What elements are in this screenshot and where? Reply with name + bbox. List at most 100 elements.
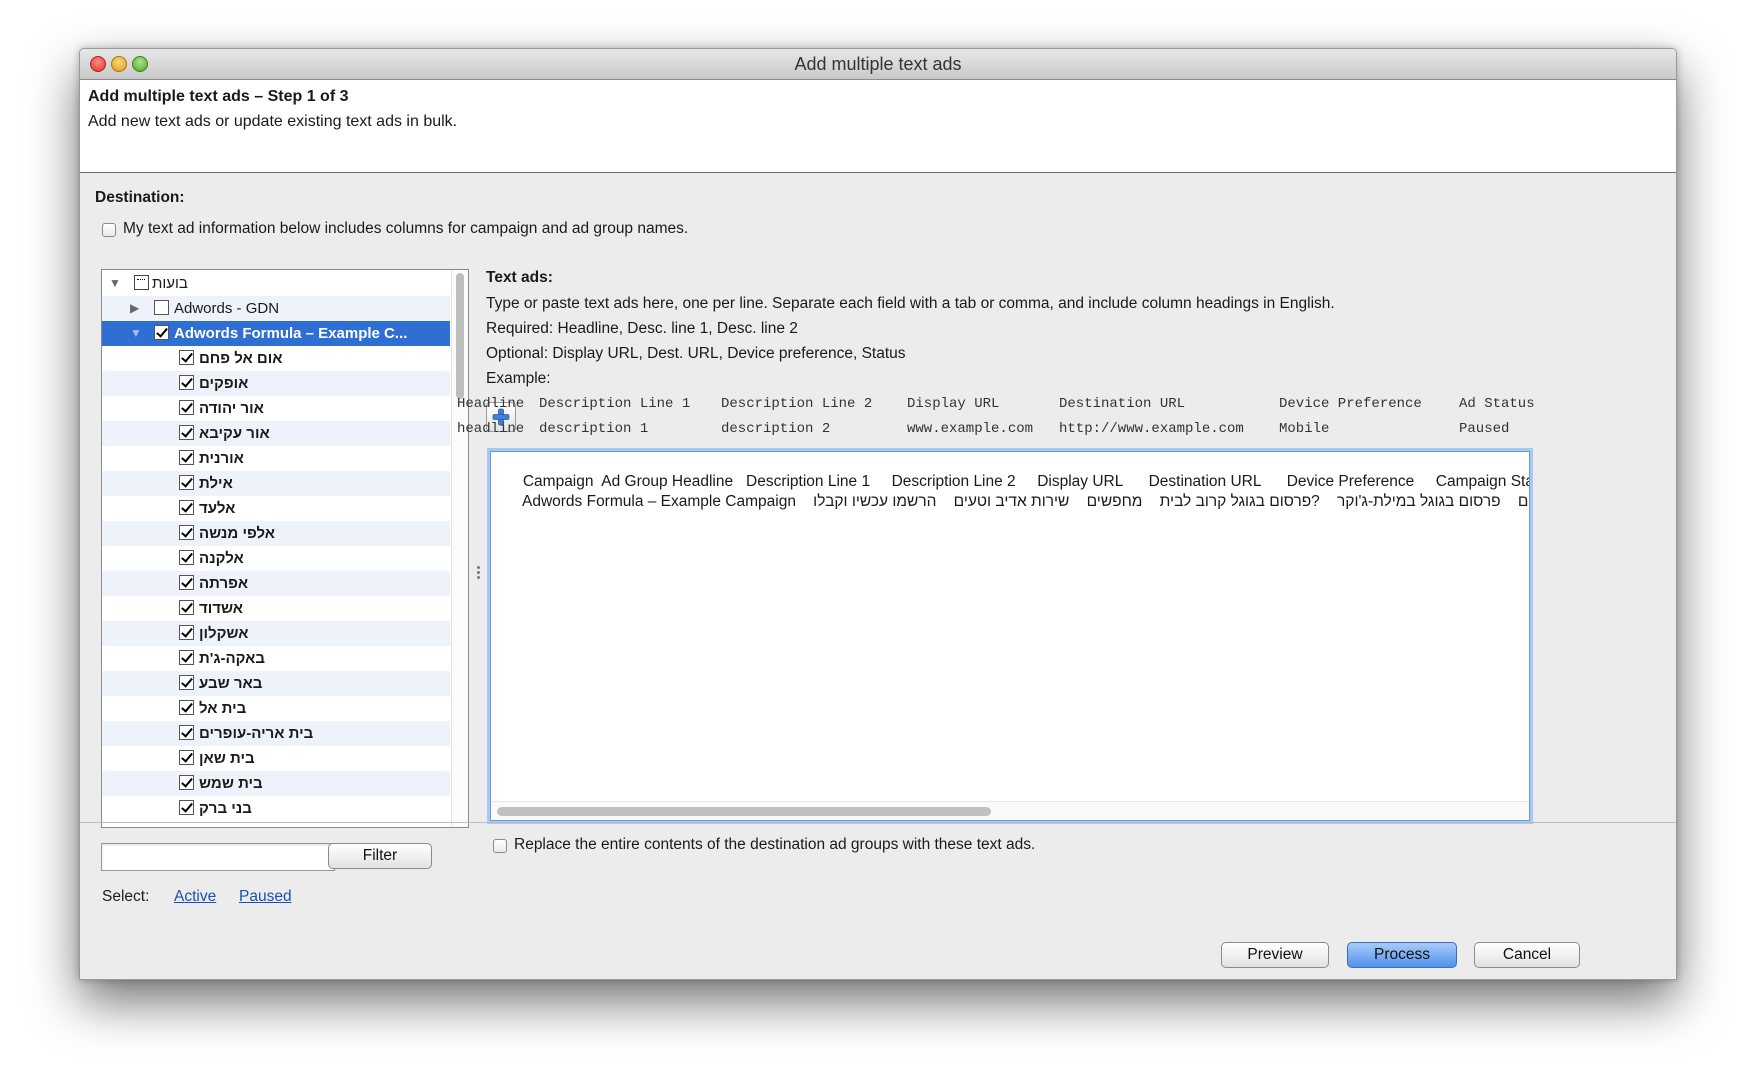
destination-label: Destination: — [95, 189, 185, 206]
ad-group-checkbox[interactable] — [179, 625, 194, 640]
cancel-button[interactable]: Cancel — [1474, 942, 1580, 968]
campaign-row-adwords-formula[interactable]: ▼ Adwords Formula – Example C... — [102, 321, 450, 346]
ad-group-label: באקה-ג'ת — [199, 650, 265, 667]
ad-group-row[interactable]: אלעד — [102, 496, 450, 521]
ad-group-row[interactable]: אשדוד — [102, 596, 450, 621]
ad-group-checkbox[interactable] — [179, 700, 194, 715]
partial-checkbox[interactable] — [134, 275, 149, 290]
ad-group-row[interactable]: בית שמש — [102, 771, 450, 796]
process-button[interactable]: Process — [1347, 942, 1457, 968]
example-value-cell: Mobile — [1279, 421, 1330, 437]
ad-group-label: אופקים — [199, 375, 249, 392]
zoom-window-button[interactable] — [132, 56, 148, 72]
ad-group-checkbox[interactable] — [179, 525, 194, 540]
ad-group-checkbox[interactable] — [179, 500, 194, 515]
example-value-cell: http://www.example.com — [1059, 421, 1244, 437]
ad-group-row[interactable]: אור עקיבא — [102, 421, 450, 446]
example-header-cell: Headline — [457, 396, 525, 412]
textarea-horizontal-scrollbar[interactable] — [491, 801, 1529, 820]
ad-group-checkbox[interactable] — [179, 775, 194, 790]
scrollbar-thumb[interactable] — [456, 273, 464, 399]
filter-input[interactable] — [101, 843, 335, 871]
preview-button[interactable]: Preview — [1221, 942, 1329, 968]
minimize-window-button[interactable] — [111, 56, 127, 72]
required-fields-text: Required: Headline, Desc. line 1, Desc. … — [486, 320, 798, 337]
campaign-checkbox[interactable] — [154, 300, 169, 315]
ad-group-checkbox[interactable] — [179, 425, 194, 440]
textarea-data-line: Adwords Formula – Example Campaign אום א… — [521, 493, 1529, 510]
campaign-label: Adwords - GDN — [174, 300, 280, 317]
ad-group-checkbox[interactable] — [179, 400, 194, 415]
ad-group-row[interactable]: אום אל פחם — [102, 346, 450, 371]
scrollbar-thumb[interactable] — [497, 807, 991, 816]
ad-group-label: אור יהודה — [199, 400, 264, 417]
ad-group-row[interactable]: אלפי מנשה — [102, 521, 450, 546]
collapse-triangle-icon[interactable]: ▼ — [130, 321, 142, 346]
select-active-link[interactable]: Active — [174, 888, 216, 906]
ad-group-row[interactable]: אופקים — [102, 371, 450, 396]
includes-columns-label: My text ad information below includes co… — [123, 220, 689, 237]
ad-group-label: אשקלון — [199, 625, 249, 642]
example-header-cell: Description Line 1 — [539, 396, 691, 412]
ad-group-row[interactable]: באר שבע — [102, 671, 450, 696]
ad-group-row[interactable]: בית אריה-עופרים — [102, 721, 450, 746]
replace-contents-checkbox[interactable] — [493, 839, 507, 853]
destination-tree[interactable]: ▼ בועות ▶ Adwords - GDN ▼ Adwords Formul… — [101, 269, 469, 828]
campaign-row-gdn[interactable]: ▶ Adwords - GDN — [102, 296, 450, 321]
ad-group-label: אלעד — [199, 500, 236, 517]
ad-group-row[interactable]: אילת — [102, 471, 450, 496]
ad-group-label: בני ברק — [199, 800, 252, 817]
filter-button[interactable]: Filter — [328, 843, 432, 869]
footer-divider — [80, 822, 1676, 823]
ad-group-checkbox[interactable] — [179, 650, 194, 665]
ad-group-row[interactable]: בית שאן — [102, 746, 450, 771]
ad-group-label: בית שאן — [199, 750, 255, 767]
tree-root-row[interactable]: ▼ בועות — [102, 271, 450, 296]
example-header-cell: Destination URL — [1059, 396, 1186, 412]
ad-group-row[interactable]: אורנית — [102, 446, 450, 471]
tree-vertical-scrollbar[interactable] — [451, 270, 468, 827]
example-value-cell: www.example.com — [907, 421, 1034, 437]
text-ads-textarea[interactable]: Campaign Ad Group Headline Description L… — [490, 451, 1530, 821]
ad-group-row[interactable]: אפרתה — [102, 571, 450, 596]
ad-group-row[interactable]: אשקלון — [102, 621, 450, 646]
text-ads-instructions: Type or paste text ads here, one per lin… — [486, 295, 1335, 312]
ad-group-checkbox[interactable] — [179, 475, 194, 490]
ad-group-label: אילת — [199, 475, 233, 492]
select-label: Select: — [102, 888, 150, 905]
ad-group-checkbox[interactable] — [179, 575, 194, 590]
ad-group-label: אור עקיבא — [199, 425, 270, 442]
ad-group-checkbox[interactable] — [179, 450, 194, 465]
collapse-triangle-icon[interactable]: ▼ — [109, 271, 121, 296]
window-title: Add multiple text ads — [794, 54, 962, 74]
example-value-cell: headline — [457, 421, 525, 437]
ad-group-row[interactable]: אלקנה — [102, 546, 450, 571]
step-subtitle: Add new text ads or update existing text… — [88, 113, 458, 130]
ad-group-checkbox[interactable] — [179, 675, 194, 690]
expand-triangle-icon[interactable]: ▶ — [130, 296, 139, 321]
ad-group-checkbox[interactable] — [179, 375, 194, 390]
ad-group-checkbox[interactable] — [179, 800, 194, 815]
ad-group-label: אורנית — [199, 450, 244, 467]
ad-group-label: אלקנה — [199, 550, 244, 567]
ad-group-checkbox[interactable] — [179, 725, 194, 740]
replace-contents-label: Replace the entire contents of the desti… — [514, 836, 1036, 853]
dialog-window: Add multiple text ads Add multiple text … — [79, 48, 1677, 980]
splitter-handle[interactable] — [475, 564, 481, 588]
includes-columns-checkbox[interactable] — [102, 223, 116, 237]
ad-group-label: בית אל — [199, 700, 247, 717]
ad-group-checkbox[interactable] — [179, 750, 194, 765]
select-paused-link[interactable]: Paused — [239, 888, 292, 906]
close-window-button[interactable] — [90, 56, 106, 72]
ad-group-label: אלפי מנשה — [199, 525, 275, 542]
ad-group-checkbox[interactable] — [179, 550, 194, 565]
ad-group-checkbox[interactable] — [179, 350, 194, 365]
ad-group-row[interactable]: בני ברק — [102, 796, 450, 821]
example-value-cell: description 1 — [539, 421, 649, 437]
ad-group-row[interactable]: בית אל — [102, 696, 450, 721]
ad-group-row[interactable]: אור יהודה — [102, 396, 450, 421]
ad-group-label: באר שבע — [199, 675, 263, 692]
ad-group-row[interactable]: באקה-ג'ת — [102, 646, 450, 671]
campaign-checkbox[interactable] — [154, 325, 169, 340]
ad-group-checkbox[interactable] — [179, 600, 194, 615]
